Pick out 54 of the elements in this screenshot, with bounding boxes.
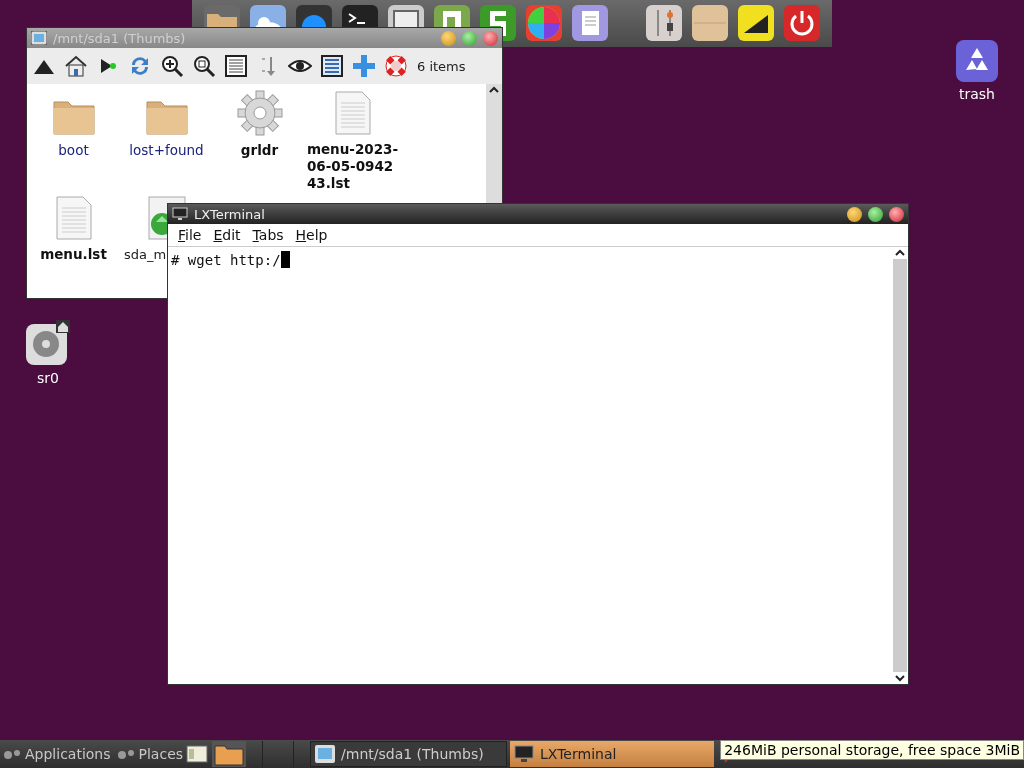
document-icon[interactable]: [572, 5, 608, 41]
window-title: /mnt/sda1 (Thumbs): [53, 30, 187, 46]
launcher-menu[interactable]: Places: [138, 746, 184, 762]
folder-icon[interactable]: [204, 5, 240, 27]
close-button[interactable]: [889, 206, 904, 222]
document-icon: [54, 196, 93, 240]
monitor-icon: [514, 745, 535, 763]
mixer-icon[interactable]: [646, 5, 682, 41]
icon-label: sr0: [37, 370, 59, 386]
menu-item[interactable]: Tabs: [248, 227, 288, 243]
zoom-fit-icon[interactable]: [192, 54, 216, 78]
icon-label: trash: [959, 86, 995, 102]
recycle-icon[interactable]: [956, 40, 998, 82]
document-icon: [333, 91, 372, 135]
gear-icon: [236, 90, 283, 136]
tooltip: 246MiB personal storage, free space 3MiB: [720, 740, 1024, 760]
terminal-text: # wget http:/: [171, 251, 281, 268]
box-icon[interactable]: [692, 5, 728, 41]
file-name[interactable]: boot: [58, 142, 89, 159]
task-button[interactable]: LXTerminal: [510, 741, 715, 767]
launcher-menu[interactable]: Applications: [25, 746, 111, 762]
menu-item[interactable]: File: [174, 227, 206, 243]
file-name[interactable]: lost+found: [129, 142, 204, 159]
file-name[interactable]: menu.lst: [40, 246, 107, 263]
text-cursor: [280, 251, 290, 268]
lifebuoy-icon[interactable]: [384, 54, 408, 78]
scroll-down-icon[interactable]: [894, 672, 906, 684]
zoom-in-icon[interactable]: [160, 54, 184, 78]
window-title: LXTerminal: [194, 206, 266, 222]
item-count: 6 items: [417, 58, 466, 74]
monitor-icon: [172, 207, 188, 221]
maximize-button[interactable]: [868, 206, 883, 222]
minimize-button[interactable]: [847, 206, 862, 222]
window-icon[interactable]: [388, 5, 424, 27]
desktop-icon[interactable]: [186, 745, 209, 763]
file-name[interactable]: menu-2023- 06-05-0942 43.lst: [306, 141, 399, 192]
file-manager-icon: [31, 31, 47, 45]
power-icon[interactable]: [784, 5, 820, 41]
file-manager-icon: [315, 745, 336, 763]
color-wheel-icon[interactable]: [526, 5, 562, 41]
spreadsheet-icon[interactable]: [434, 5, 470, 27]
file-name[interactable]: grldr: [240, 142, 279, 159]
cloud-icon[interactable]: [250, 5, 286, 27]
detail-view-icon[interactable]: [320, 54, 344, 78]
folder-icon[interactable]: [212, 741, 247, 767]
task-button[interactable]: /mnt/sda1 (Thumbs): [310, 741, 508, 767]
plus-icon[interactable]: [352, 54, 376, 78]
list-view-icon[interactable]: [224, 54, 248, 78]
disc-drive-icon[interactable]: [25, 320, 71, 366]
menu-item[interactable]: Edit: [209, 227, 245, 243]
file-name[interactable]: sda_m: [124, 246, 167, 263]
menu-item[interactable]: Help: [291, 227, 332, 243]
terminal-icon[interactable]: [342, 5, 378, 27]
home-icon[interactable]: [64, 54, 88, 78]
